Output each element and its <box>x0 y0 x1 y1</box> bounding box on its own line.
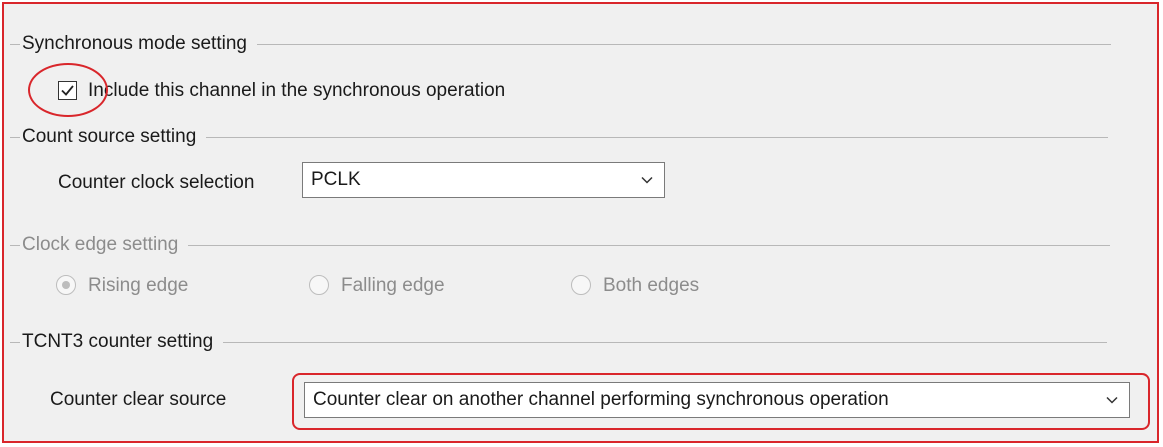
radio-selected-dot <box>62 281 70 289</box>
count-source-group-title: Count source setting <box>22 126 197 147</box>
rising-edge-radio[interactable] <box>56 275 76 295</box>
sync-mode-group-title: Synchronous mode setting <box>22 33 247 54</box>
chevron-down-icon <box>641 176 653 184</box>
both-edges-radio[interactable] <box>571 275 591 295</box>
clock-edge-group-header: Clock edge setting <box>4 233 1111 257</box>
falling-edge-label: Falling edge <box>341 275 445 296</box>
counter-clear-label: Counter clear source <box>50 389 227 410</box>
annotation-ellipse <box>28 63 108 117</box>
falling-edge-radio[interactable] <box>309 275 329 295</box>
rising-edge-label: Rising edge <box>88 275 189 296</box>
sync-mode-group-header: Synchronous mode setting <box>4 32 1111 56</box>
settings-panel: Synchronous mode setting Include this ch… <box>2 2 1159 443</box>
annotation-rectangle <box>292 373 1150 430</box>
counter-clock-label: Counter clock selection <box>58 172 255 193</box>
tcnt3-group-title: TCNT3 counter setting <box>22 331 214 352</box>
sync-channel-checkbox-label[interactable]: Include this channel in the synchronous … <box>88 80 505 102</box>
counter-clock-value: PCLK <box>311 169 361 190</box>
clock-edge-group-title: Clock edge setting <box>22 234 179 255</box>
count-source-group-header: Count source setting <box>4 125 1109 149</box>
counter-clock-select[interactable]: PCLK <box>302 162 665 198</box>
tcnt3-group-header: TCNT3 counter setting <box>4 330 1108 354</box>
both-edges-label: Both edges <box>603 275 700 296</box>
